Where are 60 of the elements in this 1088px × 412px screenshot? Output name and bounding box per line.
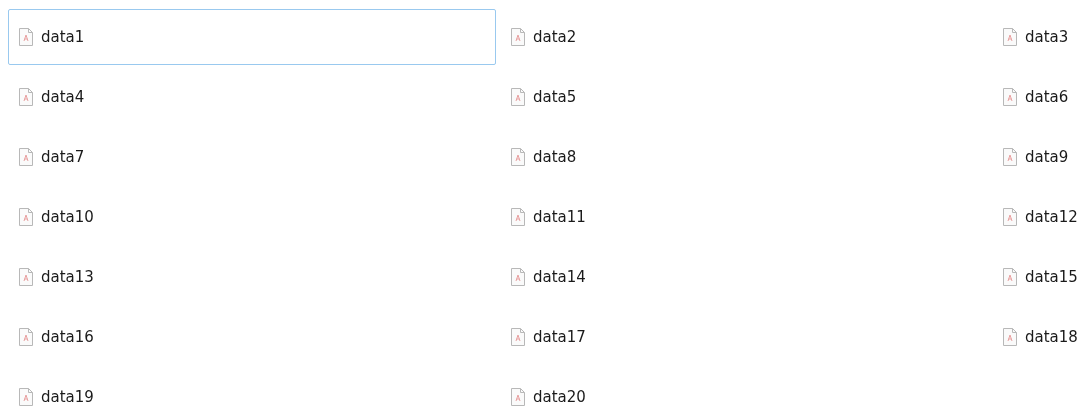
file-item[interactable]: data19	[8, 369, 496, 412]
document-icon	[1003, 88, 1017, 106]
file-name: data2	[533, 28, 577, 46]
document-icon	[511, 388, 525, 406]
file-name: data10	[41, 208, 94, 226]
file-item[interactable]: data3	[992, 9, 1084, 65]
document-icon	[19, 28, 33, 46]
document-icon	[1003, 328, 1017, 346]
document-icon	[19, 88, 33, 106]
file-item[interactable]: data7	[8, 129, 496, 185]
document-icon	[19, 388, 33, 406]
file-name: data7	[41, 148, 85, 166]
file-name: data3	[1025, 28, 1069, 46]
file-name: data18	[1025, 328, 1078, 346]
file-item[interactable]: data17	[500, 309, 988, 365]
file-item[interactable]: data12	[992, 189, 1084, 245]
document-icon	[1003, 28, 1017, 46]
file-item[interactable]: data18	[992, 309, 1084, 365]
file-item[interactable]: data2	[500, 9, 988, 65]
file-item[interactable]: data13	[8, 249, 496, 305]
document-icon	[19, 328, 33, 346]
file-item[interactable]: data8	[500, 129, 988, 185]
file-name: data14	[533, 268, 586, 286]
document-icon	[19, 148, 33, 166]
file-name: data4	[41, 88, 85, 106]
document-icon	[1003, 148, 1017, 166]
document-icon	[19, 208, 33, 226]
document-icon	[511, 268, 525, 286]
file-item[interactable]: data11	[500, 189, 988, 245]
file-name: data13	[41, 268, 94, 286]
file-name: data5	[533, 88, 577, 106]
file-name: data17	[533, 328, 586, 346]
file-name: data6	[1025, 88, 1069, 106]
file-name: data15	[1025, 268, 1078, 286]
file-item[interactable]: data9	[992, 129, 1084, 185]
file-item[interactable]: data20	[500, 369, 988, 412]
document-icon	[511, 208, 525, 226]
file-name: data16	[41, 328, 94, 346]
file-item[interactable]: data14	[500, 249, 988, 305]
file-item[interactable]: data10	[8, 189, 496, 245]
file-item[interactable]: data16	[8, 309, 496, 365]
file-item[interactable]: data5	[500, 69, 988, 125]
file-name: data1	[41, 28, 85, 46]
document-icon	[511, 328, 525, 346]
document-icon	[511, 28, 525, 46]
document-icon	[1003, 268, 1017, 286]
document-icon	[511, 148, 525, 166]
file-name: data20	[533, 388, 586, 406]
file-name: data12	[1025, 208, 1078, 226]
file-item[interactable]: data4	[8, 69, 496, 125]
file-item[interactable]: data1	[8, 9, 496, 65]
file-name: data9	[1025, 148, 1069, 166]
file-item[interactable]: data15	[992, 249, 1084, 305]
file-name: data8	[533, 148, 577, 166]
document-icon	[1003, 208, 1017, 226]
file-name: data11	[533, 208, 586, 226]
file-name: data19	[41, 388, 94, 406]
document-icon	[511, 88, 525, 106]
document-icon	[19, 268, 33, 286]
file-item[interactable]: data6	[992, 69, 1084, 125]
